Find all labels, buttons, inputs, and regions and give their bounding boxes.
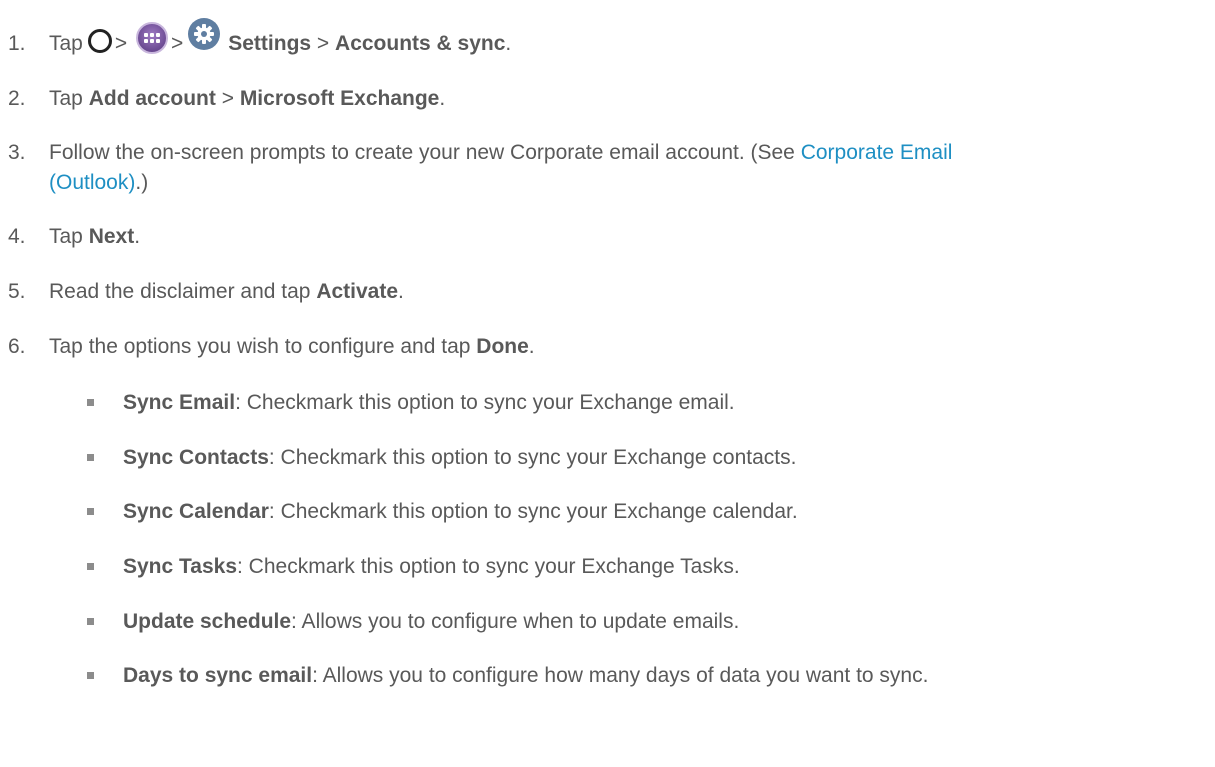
option-description: : Checkmark this option to sync your Exc… xyxy=(268,446,797,469)
option-description: : Allows you to configure when to update… xyxy=(291,610,740,633)
option-text: Sync Email: Checkmark this option to syn… xyxy=(123,386,735,420)
option-label: Sync Email xyxy=(123,391,236,414)
settings-icon xyxy=(188,18,221,51)
option-description: : Allows you to configure how many days … xyxy=(312,664,929,687)
step-text: Tap > > Settings > Accounts & sync. xyxy=(49,18,512,61)
step-text: Follow the on-screen prompts to create y… xyxy=(49,136,952,170)
step-text-plain: Tap xyxy=(49,32,83,55)
separator: > xyxy=(316,32,330,55)
bullet-icon xyxy=(87,454,94,461)
step-text: Tap Next. xyxy=(49,220,140,254)
step-number: 1. xyxy=(8,32,26,55)
bullet-icon xyxy=(87,672,94,679)
home-icon xyxy=(87,29,112,54)
settings-label: Settings xyxy=(228,32,312,55)
option-label: Update schedule xyxy=(123,610,292,633)
option-description: : Checkmark this option to sync your Exc… xyxy=(235,391,735,414)
step-number: 2. xyxy=(8,87,26,110)
bullet-icon xyxy=(87,618,94,625)
punctuation: . xyxy=(505,32,512,55)
step-text-plain: Tap the options you wish to configure an… xyxy=(49,335,477,358)
option-description: : Checkmark this option to sync your Exc… xyxy=(268,500,798,523)
step-text: Tap the options you wish to configure an… xyxy=(49,330,535,364)
step-text: Read the disclaimer and tap Activate. xyxy=(49,275,404,309)
option-label: Sync Contacts xyxy=(123,446,269,469)
step-text-plain: Follow the on-screen prompts to create y… xyxy=(49,141,801,164)
separator: > xyxy=(114,32,128,55)
step-number: 4. xyxy=(8,225,26,248)
bullet-icon xyxy=(87,399,94,406)
bullet-icon xyxy=(87,508,94,515)
accounts-sync-label: Accounts & sync xyxy=(335,32,506,55)
next-label: Next xyxy=(88,225,135,248)
option-text: Update schedule: Allows you to configure… xyxy=(123,605,739,639)
punctuation: . xyxy=(439,87,446,110)
option-label: Days to sync email xyxy=(123,664,313,687)
corporate-email-link[interactable]: Corporate Email xyxy=(801,141,953,164)
microsoft-exchange-label: Microsoft Exchange xyxy=(239,87,440,110)
step-text-plain: Tap xyxy=(49,87,89,110)
separator: > xyxy=(215,87,240,110)
step-text: (Outlook).) xyxy=(49,166,148,200)
option-label: Sync Tasks xyxy=(123,555,238,578)
step-text: Tap Add account > Microsoft Exchange. xyxy=(49,82,445,116)
add-account-label: Add account xyxy=(88,87,216,110)
step-text-plain: Tap xyxy=(49,225,89,248)
punctuation: . xyxy=(398,280,404,303)
option-label: Sync Calendar xyxy=(123,500,269,523)
option-text: Sync Calendar: Checkmark this option to … xyxy=(123,495,798,529)
step-number: 6. xyxy=(8,335,26,358)
punctuation: . xyxy=(528,335,535,358)
punctuation: .) xyxy=(135,171,149,194)
activate-label: Activate xyxy=(316,280,399,303)
punctuation: . xyxy=(134,225,141,248)
option-text: Sync Tasks: Checkmark this option to syn… xyxy=(123,550,740,584)
option-text: Days to sync email: Allows you to config… xyxy=(123,659,928,693)
step-text-plain: Read the disclaimer and tap xyxy=(49,280,317,303)
separator: > xyxy=(170,32,184,55)
step-number: 3. xyxy=(8,141,26,164)
step-number: 5. xyxy=(8,280,26,303)
bullet-icon xyxy=(87,563,94,570)
option-description: : Checkmark this option to sync your Exc… xyxy=(237,555,740,578)
apps-icon xyxy=(135,22,168,55)
done-label: Done xyxy=(476,335,529,358)
outlook-link[interactable]: (Outlook) xyxy=(49,171,135,194)
option-text: Sync Contacts: Checkmark this option to … xyxy=(123,441,796,475)
